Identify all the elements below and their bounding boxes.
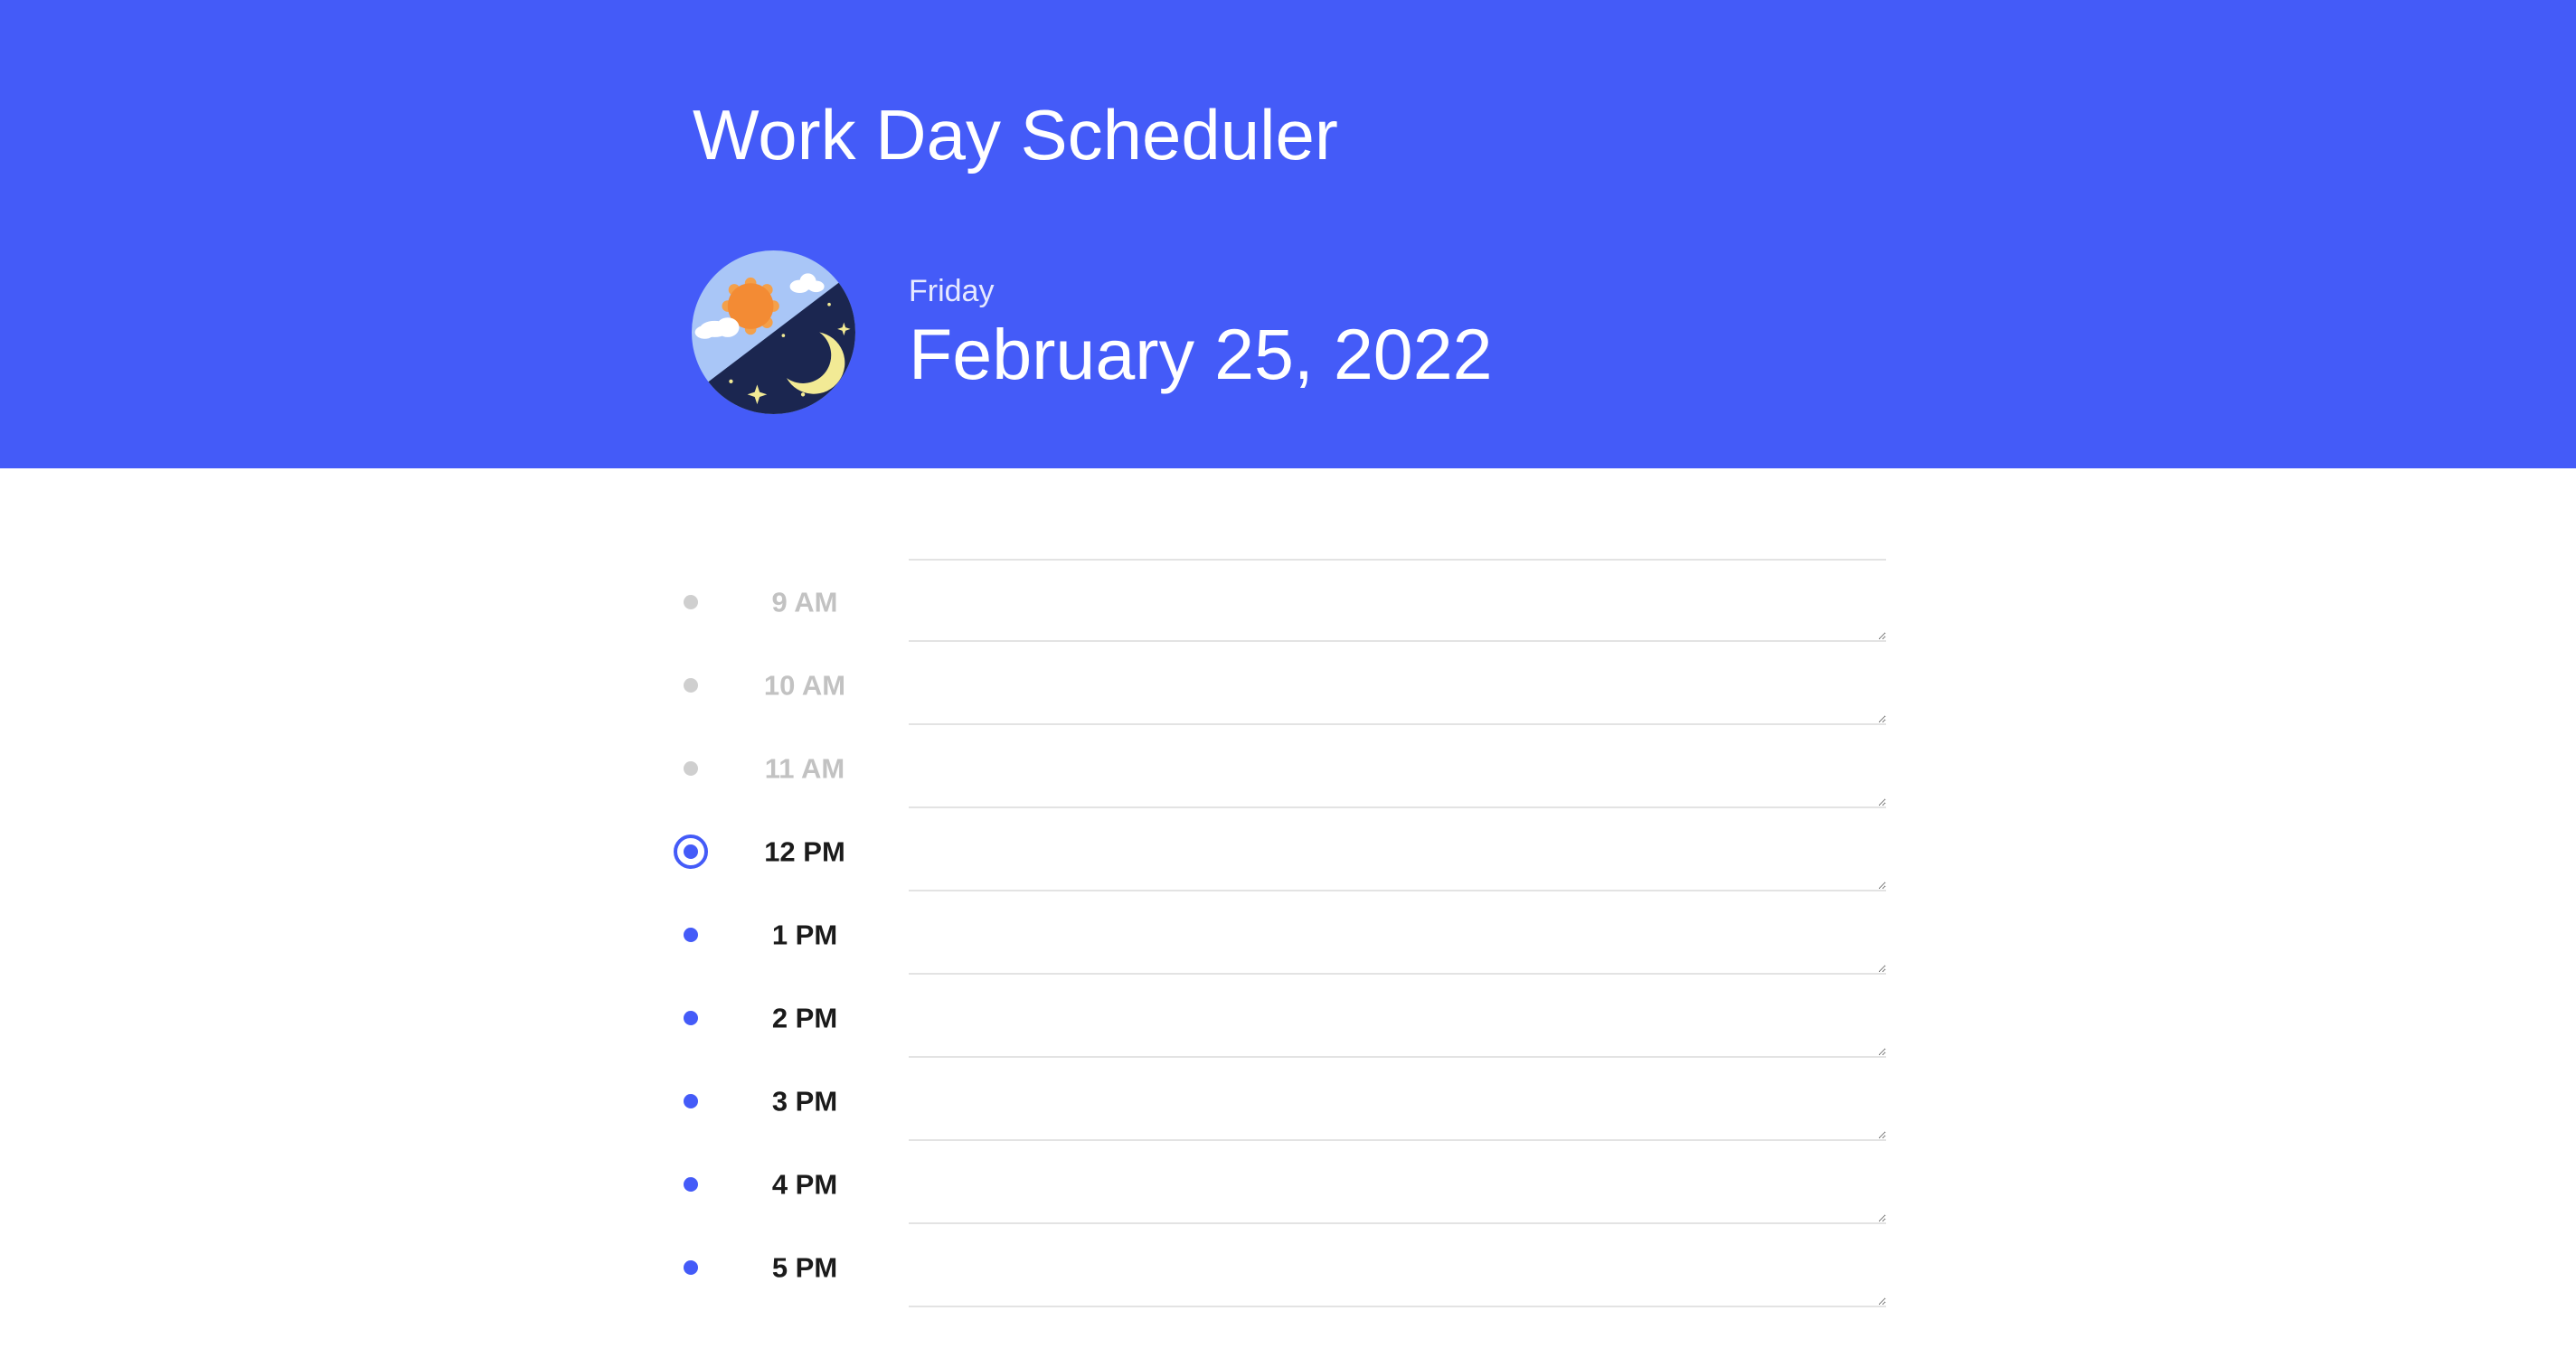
hour-label: 5 PM bbox=[771, 1251, 838, 1284]
hour-status-dot bbox=[684, 1260, 698, 1275]
hour-label: 9 AM bbox=[771, 586, 838, 618]
hour-status-dot bbox=[684, 1094, 698, 1108]
current-date: February 25, 2022 bbox=[909, 314, 1493, 394]
hour-status-dot bbox=[684, 928, 698, 942]
hour-row-5pm: 5 PM bbox=[669, 1226, 1886, 1309]
schedule-list: 9 AM 10 AM 11 AM 12 PM 1 PM 2 PM 3 PM 4 … bbox=[0, 468, 2576, 1358]
hour-note-input[interactable] bbox=[909, 810, 1886, 891]
hour-note-input[interactable] bbox=[909, 1143, 1886, 1224]
hour-label: 2 PM bbox=[771, 1002, 838, 1034]
hour-row-1pm: 1 PM bbox=[669, 893, 1886, 976]
weekday-label: Friday bbox=[909, 274, 995, 308]
hour-status-dot bbox=[684, 761, 698, 776]
hour-label: 1 PM bbox=[771, 919, 838, 951]
hour-note-input[interactable] bbox=[909, 976, 1886, 1058]
hour-label: 3 PM bbox=[771, 1085, 838, 1118]
hour-note-input[interactable] bbox=[909, 1226, 1886, 1307]
hour-note-input[interactable] bbox=[909, 644, 1886, 725]
hour-row-10am: 10 AM bbox=[669, 644, 1886, 727]
hour-label: 4 PM bbox=[771, 1168, 838, 1201]
hour-row-2pm: 2 PM bbox=[669, 976, 1886, 1060]
hour-row-12pm: 12 PM bbox=[669, 810, 1886, 893]
hour-note-input[interactable] bbox=[909, 561, 1886, 642]
hour-row-3pm: 3 PM bbox=[669, 1060, 1886, 1143]
hour-note-input[interactable] bbox=[909, 893, 1886, 975]
hour-status-dot bbox=[684, 1177, 698, 1192]
hour-status-dot bbox=[684, 678, 698, 693]
page-header: Work Day Scheduler Friday February 25, 2… bbox=[0, 0, 2576, 468]
hour-row-9am: 9 AM bbox=[669, 561, 1886, 644]
hour-label: 12 PM bbox=[764, 835, 845, 868]
current-hour-indicator bbox=[674, 835, 708, 869]
hour-label: 11 AM bbox=[764, 752, 845, 785]
hour-status-dot bbox=[684, 595, 698, 609]
hour-status-dot bbox=[684, 1011, 698, 1025]
app-title: Work Day Scheduler bbox=[693, 95, 1338, 174]
hour-note-input[interactable] bbox=[909, 1060, 1886, 1141]
hour-label: 10 AM bbox=[763, 669, 846, 702]
day-night-icon bbox=[692, 250, 855, 414]
hour-row-11am: 11 AM bbox=[669, 727, 1886, 810]
hour-row-4pm: 4 PM bbox=[669, 1143, 1886, 1226]
hour-note-input[interactable] bbox=[909, 727, 1886, 808]
